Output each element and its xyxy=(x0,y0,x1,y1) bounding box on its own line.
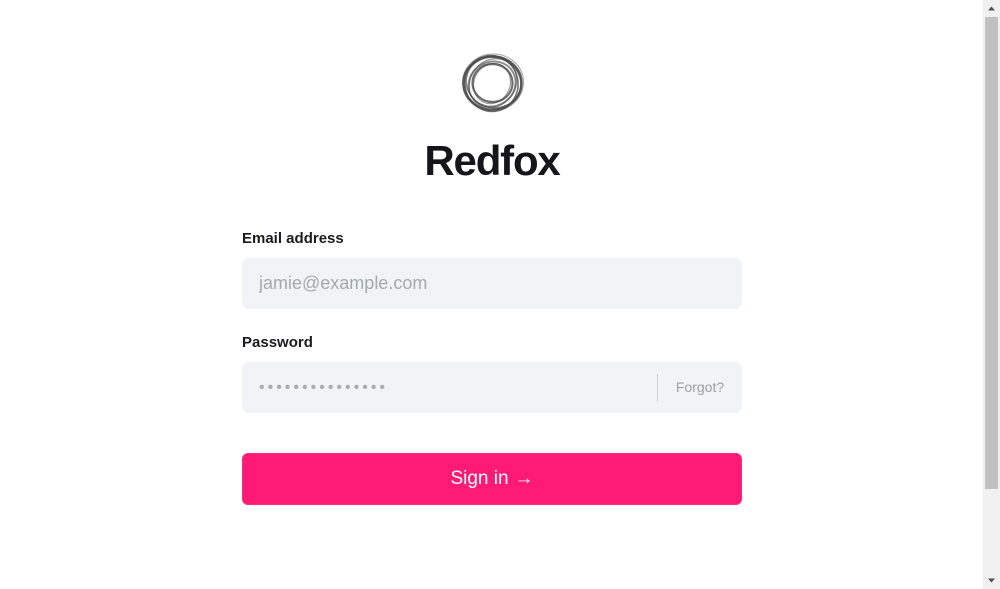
password-field-container: Forgot? xyxy=(242,362,742,413)
scroll-down-arrow-icon[interactable] xyxy=(983,572,1000,589)
email-input[interactable] xyxy=(242,258,742,309)
vertical-scrollbar[interactable] xyxy=(983,0,1000,589)
scroll-up-arrow-icon[interactable] xyxy=(983,0,1000,17)
forgot-password-link[interactable]: Forgot? xyxy=(658,362,742,413)
sign-in-label: Sign in xyxy=(450,468,509,489)
email-field-container xyxy=(242,258,742,309)
password-input[interactable] xyxy=(242,362,656,413)
email-label: Email address xyxy=(242,230,344,247)
scrollbar-thumb[interactable] xyxy=(985,17,998,489)
password-label: Password xyxy=(242,334,313,351)
sign-in-button[interactable]: Sign in → xyxy=(242,453,742,505)
logo-icon xyxy=(462,53,524,113)
page: Redfox Email address Password Forgot? Si… xyxy=(0,0,983,589)
brand-title: Redfox xyxy=(424,137,560,184)
arrow-right-icon: → xyxy=(514,468,534,489)
